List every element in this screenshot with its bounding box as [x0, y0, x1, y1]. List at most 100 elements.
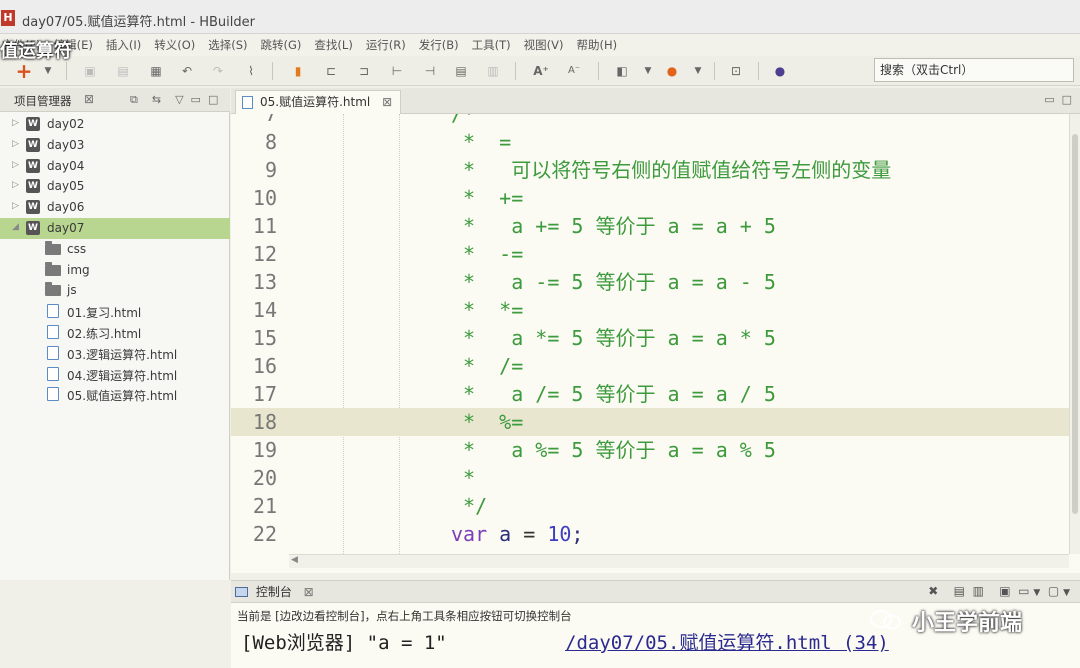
menu-item[interactable]: 跳转(G) [261, 37, 302, 53]
editor-tab-active[interactable]: 05.赋值运算符.html ⊠ [235, 90, 402, 114]
comment-text: * += [451, 186, 524, 210]
scroll-lock-icon[interactable]: ▤ [954, 584, 965, 598]
tree-item[interactable]: css [0, 239, 230, 260]
menu-item[interactable]: 帮助(H) [577, 37, 618, 53]
font-decrease-icon[interactable]: A⁻ [564, 62, 584, 80]
tree-item[interactable]: 02.练习.html [0, 322, 230, 343]
tree-item[interactable]: 04.逻辑运算符.html [0, 364, 230, 385]
preview-icon[interactable]: ◧ [612, 62, 632, 80]
menu-item[interactable]: 插入(I) [106, 37, 141, 53]
new-icon[interactable]: + [14, 61, 34, 81]
uncomment-icon[interactable]: ▥ [483, 62, 503, 80]
indent-icon[interactable]: ⊢ [387, 62, 407, 80]
code-line[interactable]: 11 * a += 5 等价于 a = a + 5 [231, 212, 1069, 240]
code-line[interactable]: 9 * 可以将符号右侧的值赋值给符号左侧的变量 [231, 156, 1069, 184]
help-icon[interactable]: ⊡ [726, 62, 746, 80]
vertical-scrollbar[interactable] [1069, 114, 1080, 554]
view-menu-icon[interactable]: ▽ [175, 93, 183, 106]
save-icon[interactable]: ▣ [80, 62, 100, 80]
search-input[interactable]: 搜索（双击Ctrl） [874, 58, 1074, 82]
scroll-left-icon[interactable]: ◀ [291, 555, 298, 565]
expanded-arrow-icon[interactable]: ◢ [12, 222, 19, 232]
code-line[interactable]: 8 * = [231, 128, 1069, 156]
code-line[interactable]: 15 * a *= 5 等价于 a = a * 5 [231, 324, 1069, 352]
tree-item[interactable]: ▷ Wday05 [0, 176, 230, 197]
collapsed-arrow-icon[interactable]: ▷ [12, 180, 19, 190]
outline-icon[interactable]: ⊏ [321, 62, 341, 80]
maximize-icon[interactable]: □ [1062, 93, 1072, 106]
tree-item[interactable]: img [0, 260, 230, 281]
menu-item[interactable]: 发行(B) [419, 37, 459, 53]
collapsed-arrow-icon[interactable]: ▷ [12, 139, 19, 149]
close-icon[interactable]: ⊠ [84, 92, 94, 106]
tree-item[interactable]: ▷ Wday03 [0, 135, 230, 156]
clear-console-icon[interactable]: ✖ [928, 584, 938, 598]
chevron-down-icon[interactable]: ▼ [638, 62, 658, 80]
code-line[interactable]: 20 * [231, 464, 1069, 492]
close-icon[interactable]: ⊠ [304, 585, 314, 599]
web-project-icon: W [26, 220, 40, 235]
comment-text: * /= [451, 354, 524, 378]
collapsed-arrow-icon[interactable]: ▷ [12, 118, 19, 128]
tree-item[interactable]: js [0, 280, 230, 301]
explorer-tab[interactable]: 项目管理器 ⊠ ⧉ ⇆ ▽ ▭ □ [0, 88, 230, 112]
chevron-down-icon[interactable]: ▼ [1033, 588, 1040, 598]
new-console-icon[interactable]: ▢ [1048, 584, 1059, 598]
code-area[interactable]: 7/* 8 * = 9 * 可以将符号右侧的值赋值给符号左侧的变量 10 * += 11… [231, 114, 1069, 554]
code-line[interactable]: 22 var a = 10; [231, 520, 1069, 548]
tree-item[interactable]: 01.复习.html [0, 301, 230, 322]
scrollbar-thumb[interactable] [1072, 134, 1078, 514]
code-line[interactable]: 13 * a -= 5 等价于 a = a - 5 [231, 268, 1069, 296]
display-console-icon[interactable]: ▭ [1018, 584, 1029, 598]
bookmark-icon[interactable]: ▮ [288, 62, 308, 80]
link-icon[interactable]: ⇆ [152, 93, 161, 106]
horizontal-scrollbar[interactable]: ◀ [289, 554, 1069, 568]
tree-item[interactable]: 05.赋值运算符.html [0, 384, 230, 405]
tree-item[interactable]: ▷ Wday06 [0, 197, 230, 218]
menu-item[interactable]: 查找(L) [314, 37, 352, 53]
plugin-icon[interactable]: ● [770, 62, 790, 80]
code-line[interactable]: 21 */ [231, 492, 1069, 520]
chevron-down-icon[interactable]: ▼ [688, 62, 708, 80]
chevron-down-icon[interactable]: ▼ [38, 62, 58, 80]
outdent-icon[interactable]: ⊣ [420, 62, 440, 80]
code-line[interactable]: 7 /* [231, 114, 1069, 128]
maximize-icon[interactable]: □ [208, 93, 218, 106]
chevron-down-icon[interactable]: ▼ [1063, 588, 1070, 598]
tree-item[interactable]: ▷ Wday04 [0, 156, 230, 177]
code-line[interactable]: 19 * a %= 5 等价于 a = a % 5 [231, 436, 1069, 464]
console-tab[interactable]: 控制台 ⊠ [235, 583, 314, 600]
save-all-icon[interactable]: ▤ [113, 62, 133, 80]
collapsed-arrow-icon[interactable]: ▷ [12, 201, 19, 211]
code-line[interactable]: 10 * += [231, 184, 1069, 212]
tree-item[interactable]: 03.逻辑运算符.html [0, 343, 230, 364]
collapsed-arrow-icon[interactable]: ▷ [12, 160, 19, 170]
menu-item[interactable]: 转义(O) [154, 37, 195, 53]
menu-item[interactable]: 视图(V) [524, 37, 564, 53]
collapse-icon[interactable]: ⧉ [130, 93, 138, 106]
menu-item[interactable]: 工具(T) [472, 37, 511, 53]
menu-item[interactable]: 运行(R) [366, 37, 406, 53]
firefox-browser-icon[interactable]: ● [662, 62, 682, 80]
undo-icon[interactable]: ↶ [177, 62, 197, 80]
close-icon[interactable]: ⊠ [382, 95, 392, 109]
code-line[interactable]: 16 * /= [231, 352, 1069, 380]
minimize-icon[interactable]: ▭ [1044, 93, 1054, 106]
code-line[interactable]: 17 * a /= 5 等价于 a = a / 5 [231, 380, 1069, 408]
code-line[interactable]: 12 * -= [231, 240, 1069, 268]
tree-item[interactable]: ◢ Wday07 [0, 217, 230, 239]
comment-icon[interactable]: ▤ [451, 62, 471, 80]
menu-item[interactable]: 选择(S) [208, 37, 247, 53]
format-icon[interactable]: ⌇ [241, 62, 261, 80]
code-line[interactable]: 14 * *= [231, 296, 1069, 324]
minimize-icon[interactable]: ▭ [191, 93, 201, 106]
font-increase-icon[interactable]: A⁺ [531, 62, 551, 80]
console-source-link[interactable]: /day07/05.赋值运算符.html (34) [565, 628, 889, 655]
block-icon[interactable]: ⊐ [354, 62, 374, 80]
code-line[interactable]: 18 * %= [231, 408, 1069, 436]
tree-item[interactable]: ▷ Wday02 [0, 114, 230, 135]
pin-icon[interactable]: ▥ [973, 584, 984, 598]
open-console-icon[interactable]: ▣ [999, 584, 1010, 598]
redo-icon[interactable]: ↷ [208, 62, 228, 80]
print-icon[interactable]: ▦ [146, 62, 166, 80]
